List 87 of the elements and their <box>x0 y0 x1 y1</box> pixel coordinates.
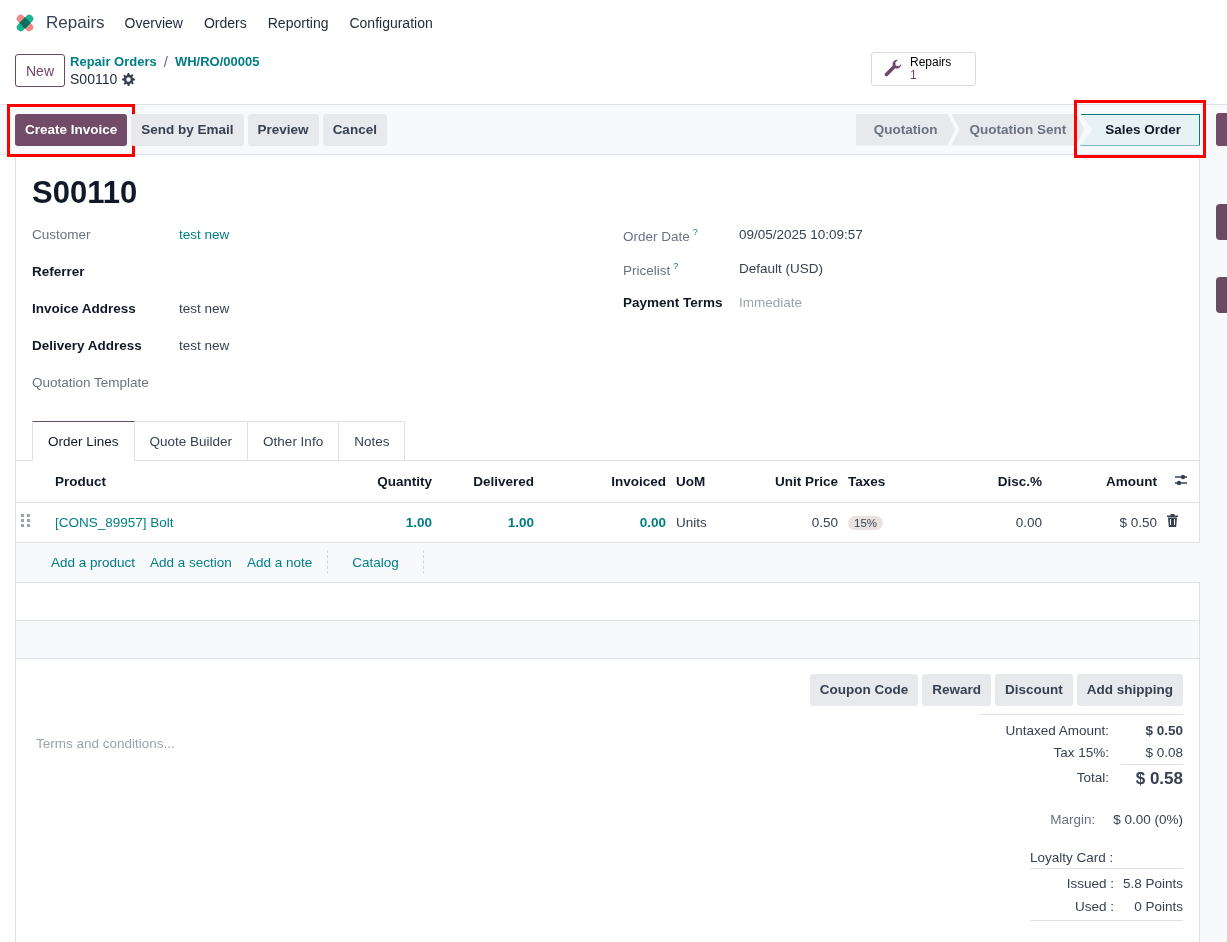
field-label: Order Date $^{?}$ <box>623 227 699 244</box>
total-value: $ 0.58 <box>1121 763 1183 792</box>
promo-button[interactable]: Discount <box>995 673 1073 706</box>
column-header[interactable]: Quantity <box>350 461 437 502</box>
repairs-smart-button[interactable]: Repairs 1 <box>871 52 976 86</box>
catalog-button[interactable]: Catalog <box>327 550 424 574</box>
record-title: S00110 <box>32 175 139 211</box>
chatter-button[interactable] <box>1216 113 1227 146</box>
action-button[interactable]: Create Invoice <box>15 113 128 146</box>
table-cell: 0.00 <box>1015 514 1042 530</box>
column-header[interactable]: Disc.% <box>953 461 1047 502</box>
tab[interactable]: Notes <box>339 421 406 460</box>
add-link[interactable]: Add a section <box>150 554 232 570</box>
avatar <box>1216 277 1227 313</box>
table-cell: Units <box>676 514 707 530</box>
action-button[interactable]: Preview <box>247 113 319 146</box>
tab[interactable]: Order Lines <box>32 421 135 461</box>
menu-item[interactable]: Reporting <box>267 15 329 31</box>
promo-button[interactable]: Reward <box>922 673 991 706</box>
smart-button-count: 1 <box>910 69 917 82</box>
settings-icon <box>122 72 136 86</box>
menu-item[interactable]: Orders <box>203 15 247 31</box>
column-header[interactable]: Taxes <box>843 461 953 502</box>
table-cell: $ 0.50 <box>1119 514 1157 530</box>
loyalty-title: Loyalty Card : <box>1030 849 1183 869</box>
status-stage[interactable]: Sales Order <box>1080 113 1200 146</box>
field-value: test new <box>179 301 230 316</box>
field-label: Invoice Address <box>32 301 137 316</box>
column-header[interactable]: Delivered <box>437 461 539 502</box>
tax-tag: 15% <box>848 515 884 530</box>
field-label: Referrer <box>32 264 86 279</box>
column-header[interactable]: Amount <box>1047 461 1162 502</box>
column-header[interactable]: UoM <box>671 461 761 502</box>
total-value: $ 0.08 <box>1144 745 1183 760</box>
help-mark[interactable]: ? <box>673 261 679 271</box>
field-link[interactable]: test new <box>179 227 230 242</box>
tab[interactable]: Quote Builder <box>134 421 249 460</box>
delete-icon <box>1167 514 1178 527</box>
record-name: S00110 <box>70 71 118 87</box>
total-label: Untaxed Amount: <box>1005 723 1109 738</box>
margin-value: $ 0.00 (0%) <box>1113 811 1183 827</box>
menu-item[interactable]: Overview <box>124 15 183 31</box>
field-label: Payment Terms <box>623 295 724 310</box>
tab[interactable]: Other Info <box>248 421 340 460</box>
table-cell: 0.00 <box>639 514 666 530</box>
total-label: Total: <box>1076 770 1109 785</box>
app-name[interactable]: Repairs <box>46 13 105 33</box>
field-label: Pricelist $^{?}$ <box>623 261 680 278</box>
field-label: Delivery Address <box>32 338 143 353</box>
add-link[interactable]: Add a note <box>246 554 313 570</box>
loyalty-label: Issued : <box>1066 875 1114 891</box>
add-link[interactable]: Add a product <box>51 554 136 570</box>
product-link[interactable]: [CONS_89957] Bolt <box>55 514 174 530</box>
margin-label: Margin: <box>1050 811 1096 827</box>
breadcrumb-link[interactable]: Repair Orders <box>70 54 157 69</box>
menu-item[interactable]: Configuration <box>349 15 433 31</box>
total-value: $ 0.50 <box>1144 723 1183 738</box>
column-header[interactable]: Invoiced <box>539 461 671 502</box>
table-cell: 1.00 <box>405 514 432 530</box>
new-button[interactable]: New <box>15 54 65 87</box>
loyalty-label: Used : <box>1074 898 1114 914</box>
field-value: 09/05/2025 10:09:57 <box>739 227 863 242</box>
loyalty-value: 5.8 Points <box>1121 875 1183 891</box>
total-label: Tax 15%: <box>1053 745 1109 760</box>
promo-button[interactable]: Coupon Code <box>809 673 919 706</box>
promo-button[interactable]: Add shipping <box>1076 673 1183 706</box>
column-settings-icon <box>1174 472 1188 487</box>
action-button[interactable]: Send by Email <box>131 113 244 146</box>
field-value: Default (USD) <box>739 261 824 276</box>
status-stage[interactable]: Quotation Sent <box>951 113 1085 146</box>
breadcrumb-link[interactable]: WH/RO/00005 <box>174 54 260 69</box>
table-cell: 1.00 <box>507 514 534 530</box>
column-header[interactable]: Product <box>50 461 350 502</box>
status-stage[interactable]: Quotation <box>855 113 956 146</box>
app-logo-icon <box>14 12 36 34</box>
drag-handle-icon <box>21 513 31 528</box>
action-button[interactable]: Cancel <box>322 113 387 146</box>
column-header[interactable]: Unit Price <box>761 461 843 502</box>
field-value: test new <box>179 338 230 353</box>
table-cell: 0.50 <box>811 514 838 530</box>
breadcrumb-separator: / <box>163 53 168 70</box>
loyalty-value: 0 Points <box>1133 898 1183 914</box>
field-label: Customer <box>32 227 92 242</box>
field-label: Quotation Template <box>32 375 150 390</box>
avatar <box>1216 204 1227 240</box>
help-mark[interactable]: ? <box>692 227 698 237</box>
smart-button-label: Repairs <box>910 56 952 69</box>
